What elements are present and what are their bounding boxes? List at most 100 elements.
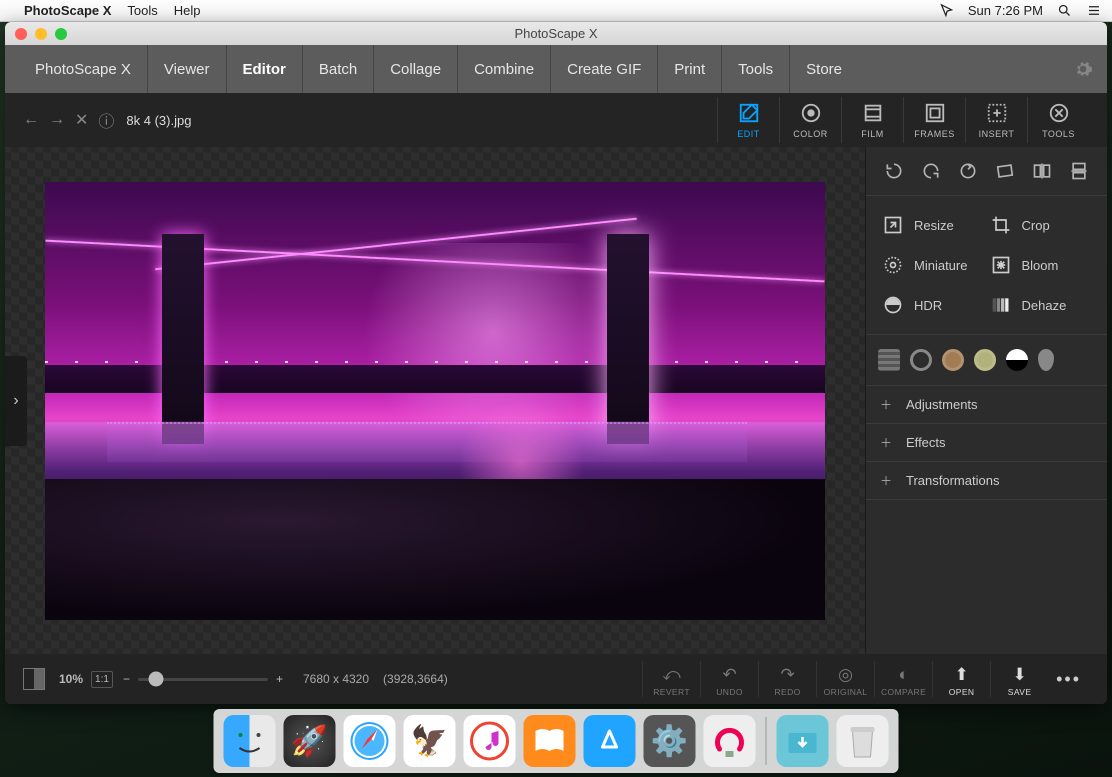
more-icon[interactable]: ••• (1048, 669, 1089, 690)
settings-gear-icon[interactable] (1073, 59, 1093, 79)
section-transformations[interactable]: ＋Transformations (866, 462, 1107, 499)
dock-safari-icon[interactable] (344, 715, 396, 767)
rotate-ccw-icon[interactable] (881, 159, 907, 183)
op-label: OPEN (949, 687, 975, 697)
tool-dehaze[interactable]: Dehaze (990, 294, 1092, 316)
menubar-clock[interactable]: Sun 7:26 PM (968, 3, 1043, 18)
nav-close-icon[interactable]: ✕ (75, 110, 88, 130)
op-compare[interactable]: ◐COMPARE (874, 661, 932, 697)
rotate-free-icon[interactable] (955, 159, 981, 183)
window-zoom-button[interactable] (55, 28, 67, 40)
tab-creategif[interactable]: Create GIF (551, 45, 658, 93)
tab-photoscape[interactable]: PhotoScape X (19, 45, 148, 93)
tool-bloom[interactable]: Bloom (990, 254, 1092, 276)
tab-viewer[interactable]: Viewer (148, 45, 227, 93)
tab-collage[interactable]: Collage (374, 45, 458, 93)
dock-settings-icon[interactable]: ⚙️ (644, 715, 696, 767)
menu-list-icon[interactable] (1086, 3, 1102, 18)
window-close-button[interactable] (15, 28, 27, 40)
resize-icon (882, 214, 904, 236)
nav-forward-icon[interactable]: → (49, 111, 65, 129)
op-label: REVERT (653, 687, 690, 697)
tool-resize[interactable]: Resize (882, 214, 984, 236)
mode-tab-tools[interactable]: TOOLS (1027, 97, 1089, 143)
bw-toggle-icon[interactable] (23, 668, 45, 690)
open-icon: ⬆ (954, 665, 968, 685)
spotlight-icon[interactable] (1057, 3, 1072, 18)
dock-appstore-icon[interactable] (584, 715, 636, 767)
mode-tab-frames[interactable]: FRAMES (903, 97, 965, 143)
titlebar[interactable]: PhotoScape X (5, 22, 1107, 45)
dock-trash-icon[interactable] (837, 715, 889, 767)
canvas-area[interactable]: › (5, 147, 865, 654)
zoom-value[interactable]: 10% (59, 672, 83, 686)
insert-icon (985, 101, 1009, 125)
window-minimize-button[interactable] (35, 28, 47, 40)
plus-icon: ＋ (880, 434, 892, 451)
rotate-cw-icon[interactable] (918, 159, 944, 183)
dock-finder-icon[interactable] (224, 715, 276, 767)
info-icon[interactable]: ⓘ (98, 108, 114, 132)
op-revert[interactable]: ⤺REVERT (642, 661, 700, 697)
op-open[interactable]: ⬆ OPEN (932, 661, 990, 697)
zoom-slider[interactable]: − + (123, 672, 283, 686)
nav-back-icon[interactable]: ← (23, 111, 39, 129)
dock-mail-icon[interactable]: 🦅 (404, 715, 456, 767)
mode-tab-color[interactable]: COLOR (779, 97, 841, 143)
file-bar: ← → ✕ ⓘ 8k 4 (3).jpg EDIT COLOR FILM FRA… (5, 93, 1107, 147)
op-undo[interactable]: ↶UNDO (700, 661, 758, 697)
menu-tools[interactable]: Tools (127, 3, 157, 18)
swatch-half[interactable] (1006, 349, 1028, 371)
tab-store[interactable]: Store (790, 45, 858, 93)
bloom-icon (990, 254, 1012, 276)
dehaze-icon (990, 294, 1012, 316)
mode-tab-film[interactable]: FILM (841, 97, 903, 143)
swatch-drop-icon[interactable] (1038, 349, 1054, 371)
tab-combine[interactable]: Combine (458, 45, 551, 93)
zoom-in-icon[interactable]: + (276, 672, 283, 686)
zoom-out-icon[interactable]: − (123, 672, 130, 686)
tab-batch[interactable]: Batch (303, 45, 374, 93)
swatch-circle-warm[interactable] (942, 349, 964, 371)
save-icon: ⬇ (1012, 665, 1026, 685)
filename: 8k 4 (3).jpg (126, 113, 191, 128)
side-panel-handle[interactable]: › (5, 356, 27, 446)
dock: 🚀 🦅 ⚙️ (214, 709, 899, 773)
image-preview[interactable] (45, 182, 825, 620)
app-menu[interactable]: PhotoScape X (24, 3, 111, 18)
right-panel: Resize Crop Miniature Bloom HDR Dehaze ＋… (865, 147, 1107, 654)
dock-photoscape-icon[interactable] (704, 715, 756, 767)
mode-tab-edit[interactable]: EDIT (717, 97, 779, 143)
tool-miniature[interactable]: Miniature (882, 254, 984, 276)
one-to-one-button[interactable]: 1:1 (91, 671, 113, 688)
editor-mode-tabs: EDIT COLOR FILM FRAMES INSERT TOOLS (717, 97, 1089, 143)
swatch-circle-olive[interactable] (974, 349, 996, 371)
tool-crop[interactable]: Crop (990, 214, 1092, 236)
dock-launchpad-icon[interactable]: 🚀 (284, 715, 336, 767)
crop-icon (990, 214, 1012, 236)
straighten-icon[interactable] (992, 159, 1018, 183)
tab-editor[interactable]: Editor (227, 45, 303, 93)
op-save[interactable]: ⬇SAVE (990, 661, 1048, 697)
op-original[interactable]: ◎ORIGINAL (816, 661, 874, 697)
slider-thumb[interactable] (149, 672, 164, 687)
menu-help[interactable]: Help (174, 3, 201, 18)
tab-print[interactable]: Print (658, 45, 722, 93)
tool-hdr[interactable]: HDR (882, 294, 984, 316)
dock-downloads-icon[interactable] (777, 715, 829, 767)
swatch-circle-grey[interactable] (910, 349, 932, 371)
frames-icon (923, 101, 947, 125)
tab-tools[interactable]: Tools (722, 45, 790, 93)
mode-tab-insert[interactable]: INSERT (965, 97, 1027, 143)
mode-label: FILM (861, 129, 884, 139)
dock-itunes-icon[interactable] (464, 715, 516, 767)
flip-vertical-icon[interactable] (1066, 159, 1092, 183)
op-label: REDO (775, 687, 801, 697)
section-adjustments[interactable]: ＋Adjustments (866, 386, 1107, 423)
section-effects[interactable]: ＋Effects (866, 424, 1107, 461)
mode-label: INSERT (979, 129, 1015, 139)
dock-ibooks-icon[interactable] (524, 715, 576, 767)
flip-horizontal-icon[interactable] (1029, 159, 1055, 183)
swatch-texture[interactable] (878, 349, 900, 371)
op-redo[interactable]: ↷REDO (758, 661, 816, 697)
